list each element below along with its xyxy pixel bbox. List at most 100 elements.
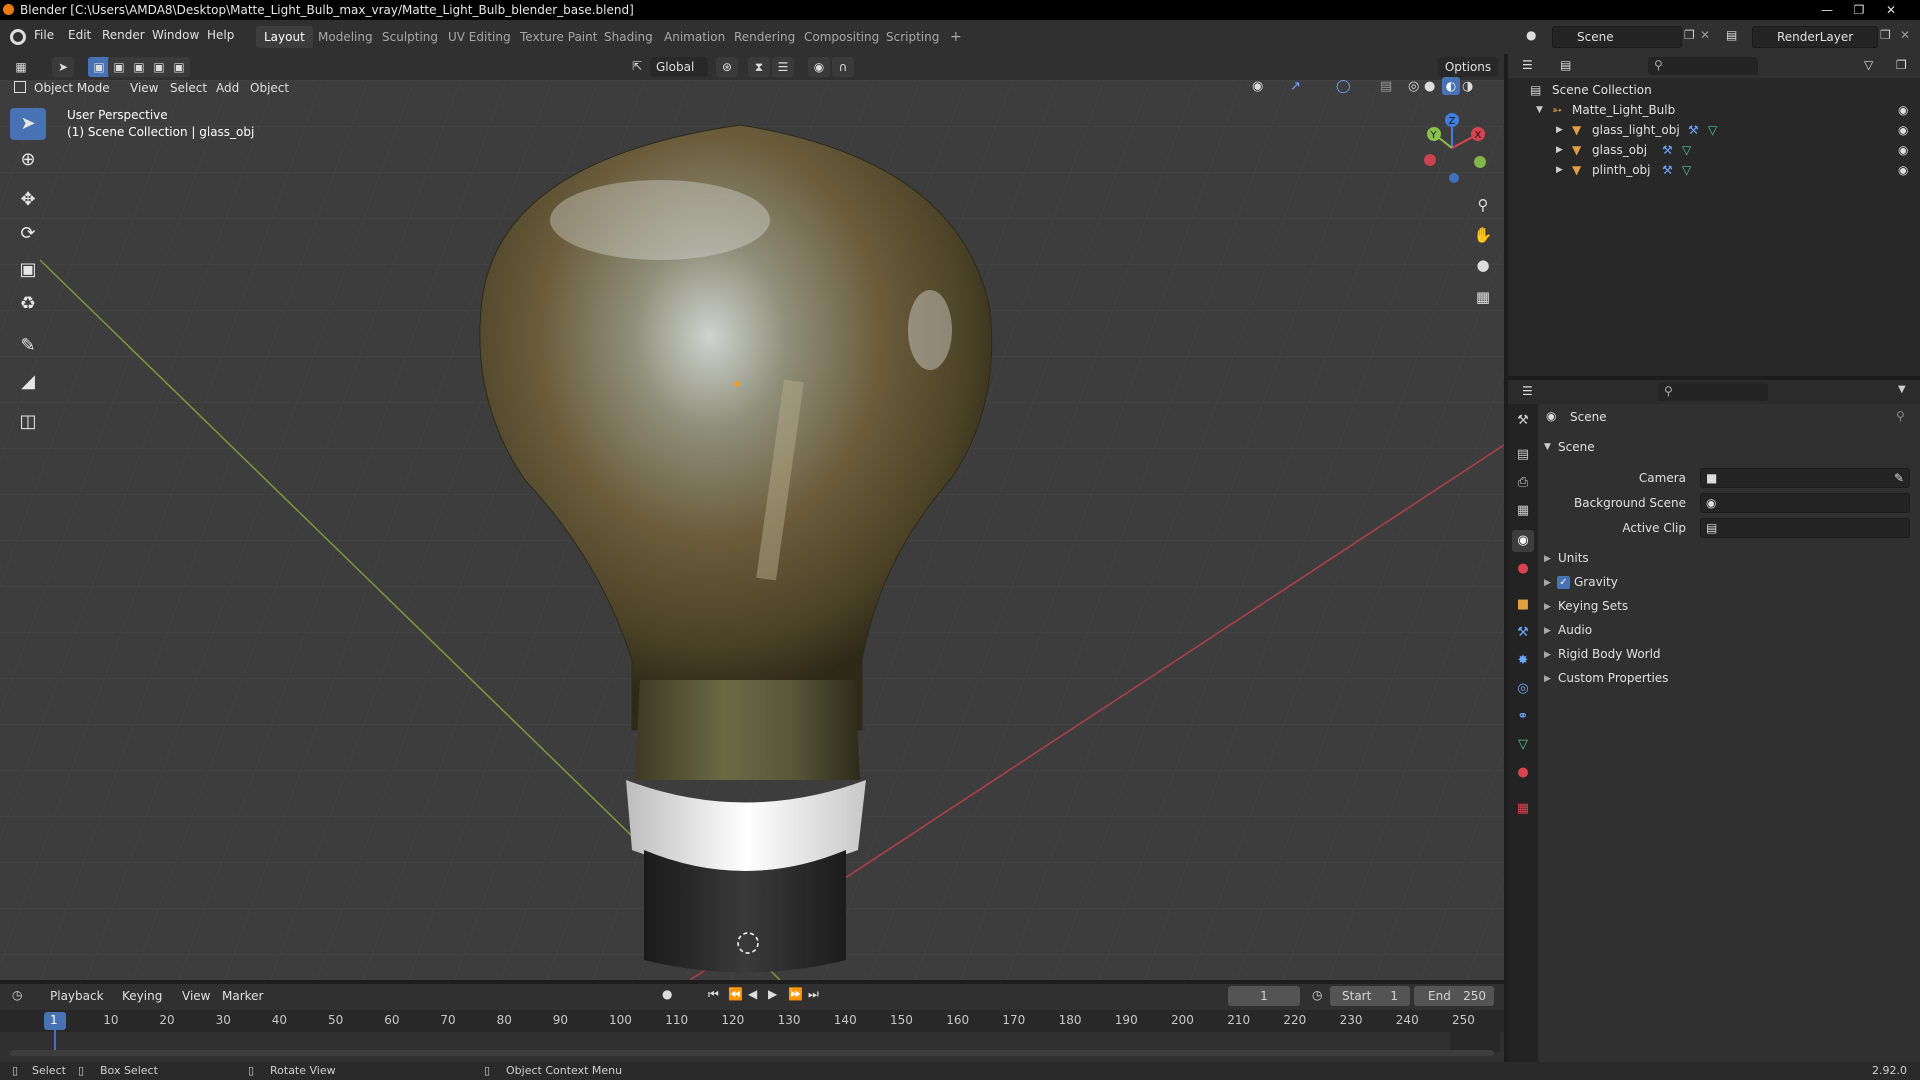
world-tab-icon[interactable]: ● <box>1512 558 1534 580</box>
wireframe-shading-icon[interactable]: ◎ <box>1408 79 1419 94</box>
view-layer-tab-icon[interactable]: ▦ <box>1512 500 1534 522</box>
render-layer-field[interactable]: RenderLayer <box>1752 26 1878 48</box>
expand-right-icon[interactable]: ▶ <box>1544 626 1551 636</box>
select-box-tool-icon[interactable]: ➤ <box>10 108 46 140</box>
3d-viewport[interactable]: User Perspective (1) Scene Collection | … <box>0 80 1504 980</box>
modifier-tab-icon[interactable]: ⚒ <box>1512 622 1534 644</box>
tab-uv-editing[interactable]: UV Editing <box>440 26 519 48</box>
expand-right-icon[interactable]: ▶ <box>1556 140 1563 160</box>
tab-sculpting[interactable]: Sculpting <box>374 26 446 48</box>
custom-properties-section[interactable]: Custom Properties <box>1558 667 1668 689</box>
expand-right-icon[interactable]: ▶ <box>1544 674 1551 684</box>
tool-tab-icon[interactable]: ⚒ <box>1512 410 1534 432</box>
outliner-row-object[interactable]: ▶ ▼ plinth_obj ⚒ ▽ ◉ <box>1508 160 1920 180</box>
texture-tab-icon[interactable]: ▦ <box>1512 798 1534 820</box>
play-reverse-icon[interactable]: ◀ <box>748 987 757 1001</box>
object-tab-icon[interactable]: ■ <box>1512 594 1534 616</box>
visibility-eye-icon[interactable]: ◉ <box>1898 120 1908 140</box>
tab-rendering[interactable]: Rendering <box>726 26 803 48</box>
tab-scripting[interactable]: Scripting <box>878 26 947 48</box>
active-clip-field[interactable] <box>1700 518 1910 538</box>
camera-field[interactable] <box>1700 468 1910 488</box>
select-invert-icon[interactable]: ▣ <box>148 57 170 77</box>
close-icon[interactable]: ✕ <box>1876 0 1906 20</box>
outliner-row-object[interactable]: ▶ ▼ glass_obj ⚒ ▽ ◉ <box>1508 140 1920 160</box>
viewport-menu-add[interactable]: Add <box>210 78 245 98</box>
viewport-menu-object[interactable]: Object <box>244 78 295 98</box>
navigation-gizmo[interactable]: Z X Y <box>1414 110 1490 186</box>
delete-scene-icon[interactable]: ✕ <box>1700 28 1710 42</box>
expand-right-icon[interactable]: ▶ <box>1556 120 1563 140</box>
jump-start-icon[interactable]: ⏮ <box>708 987 719 1002</box>
filter-icon[interactable]: ▽ <box>1864 58 1873 72</box>
visibility-eye-icon[interactable]: ◉ <box>1252 79 1263 94</box>
outliner-row-collection[interactable]: ▼ ➳ Matte_Light_Bulb ◉ <box>1508 100 1920 120</box>
select-intersect-icon[interactable]: ▣ <box>168 57 190 77</box>
timeline-menu-keying[interactable]: Keying <box>116 986 168 1006</box>
ortho-toggle-icon[interactable]: ▦ <box>1470 284 1496 310</box>
select-extend-icon[interactable]: ▣ <box>108 57 130 77</box>
output-tab-icon[interactable]: ⎙ <box>1512 472 1534 494</box>
timeline-scrollbar[interactable] <box>10 1050 1494 1056</box>
xray-toggle-icon[interactable]: ▤ <box>1380 79 1392 94</box>
proportional-edit-icon[interactable]: ◉ <box>808 57 830 77</box>
scale-tool-icon[interactable]: ▣ <box>10 254 46 286</box>
timeline-menu-view[interactable]: View <box>176 986 216 1006</box>
tab-animation[interactable]: Animation <box>656 26 733 48</box>
constraints-tab-icon[interactable]: ⚭ <box>1512 706 1534 728</box>
rendered-shading-icon[interactable]: ◑ <box>1462 79 1473 94</box>
falloff-icon[interactable]: ∩ <box>832 57 854 77</box>
outliner-row-object[interactable]: ▶ ▼ glass_light_obj ⚒ ▽ ◉ <box>1508 120 1920 140</box>
viewport-menu-select[interactable]: Select <box>164 78 213 98</box>
timeline-menu-playback[interactable]: Playback <box>44 986 110 1006</box>
expand-right-icon[interactable]: ▶ <box>1544 602 1551 612</box>
rigid-body-world-section[interactable]: Rigid Body World <box>1558 643 1661 665</box>
expand-right-icon[interactable]: ▶ <box>1544 554 1551 564</box>
material-tab-icon[interactable]: ● <box>1512 762 1534 784</box>
jump-keyframe-back-icon[interactable]: ⏪ <box>728 987 743 1001</box>
blender-menu-icon[interactable] <box>10 29 26 45</box>
data-tab-icon[interactable]: ▽ <box>1512 734 1534 756</box>
scene-tab-icon[interactable]: ◉ <box>1512 530 1534 552</box>
outliner-editor-type-icon[interactable]: ☰ <box>1522 58 1533 72</box>
tab-modeling[interactable]: Modeling <box>310 26 381 48</box>
transform-tool-icon[interactable]: ♻ <box>10 288 46 320</box>
units-section[interactable]: Units <box>1558 547 1589 569</box>
expand-right-icon[interactable]: ▶ <box>1556 160 1563 180</box>
snap-target-icon[interactable]: ☰ <box>772 57 794 77</box>
timeline-editor-type-icon[interactable]: ◷ <box>12 988 22 1002</box>
select-subtract-icon[interactable]: ▣ <box>128 57 150 77</box>
render-tab-icon[interactable]: ▤ <box>1512 444 1534 466</box>
menu-help[interactable]: Help <box>207 28 234 42</box>
particles-tab-icon[interactable]: ✸ <box>1512 650 1534 672</box>
annotate-tool-icon[interactable]: ✎ <box>10 330 46 362</box>
select-tool-icon[interactable]: ➤ <box>52 57 74 77</box>
new-layer-icon[interactable]: ❐ <box>1880 28 1891 42</box>
menu-edit[interactable]: Edit <box>68 28 91 42</box>
solid-shading-icon[interactable]: ● <box>1424 79 1435 94</box>
tab-shading[interactable]: Shading <box>596 26 661 48</box>
tab-layout[interactable]: Layout <box>256 26 313 48</box>
timeline-menu-marker[interactable]: Marker <box>216 986 269 1006</box>
camera-view-icon[interactable]: ● <box>1470 252 1496 278</box>
visibility-eye-icon[interactable]: ◉ <box>1898 140 1908 160</box>
menu-window[interactable]: Window <box>152 28 199 42</box>
tab-compositing[interactable]: Compositing <box>796 26 887 48</box>
overlay-toggle-icon[interactable]: ◯ <box>1336 79 1351 94</box>
new-collection-icon[interactable]: ❐ <box>1896 58 1907 72</box>
tab-texture-paint[interactable]: Texture Paint <box>512 26 605 48</box>
scene-name-field[interactable]: Scene <box>1552 26 1682 48</box>
measure-tool-icon[interactable]: ◢ <box>10 366 46 398</box>
outliner-row-scene-collection[interactable]: ▤ Scene Collection <box>1508 80 1920 100</box>
expand-down-icon[interactable]: ▼ <box>1536 100 1543 120</box>
eyedropper-icon[interactable]: ✎ <box>1894 471 1904 485</box>
expand-down-icon[interactable]: ▼ <box>1544 442 1551 452</box>
pan-hand-icon[interactable]: ✋ <box>1470 222 1496 248</box>
properties-editor-type-icon[interactable]: ☰ <box>1522 384 1533 398</box>
gizmo-toggle-icon[interactable]: ↗ <box>1290 79 1301 94</box>
gravity-checkbox[interactable]: ✓ <box>1557 576 1570 589</box>
viewport-menu-view[interactable]: View <box>124 78 164 98</box>
select-new-icon[interactable]: ▣ <box>88 57 110 77</box>
visibility-eye-icon[interactable]: ◉ <box>1898 100 1908 120</box>
move-tool-icon[interactable]: ✥ <box>10 184 46 216</box>
